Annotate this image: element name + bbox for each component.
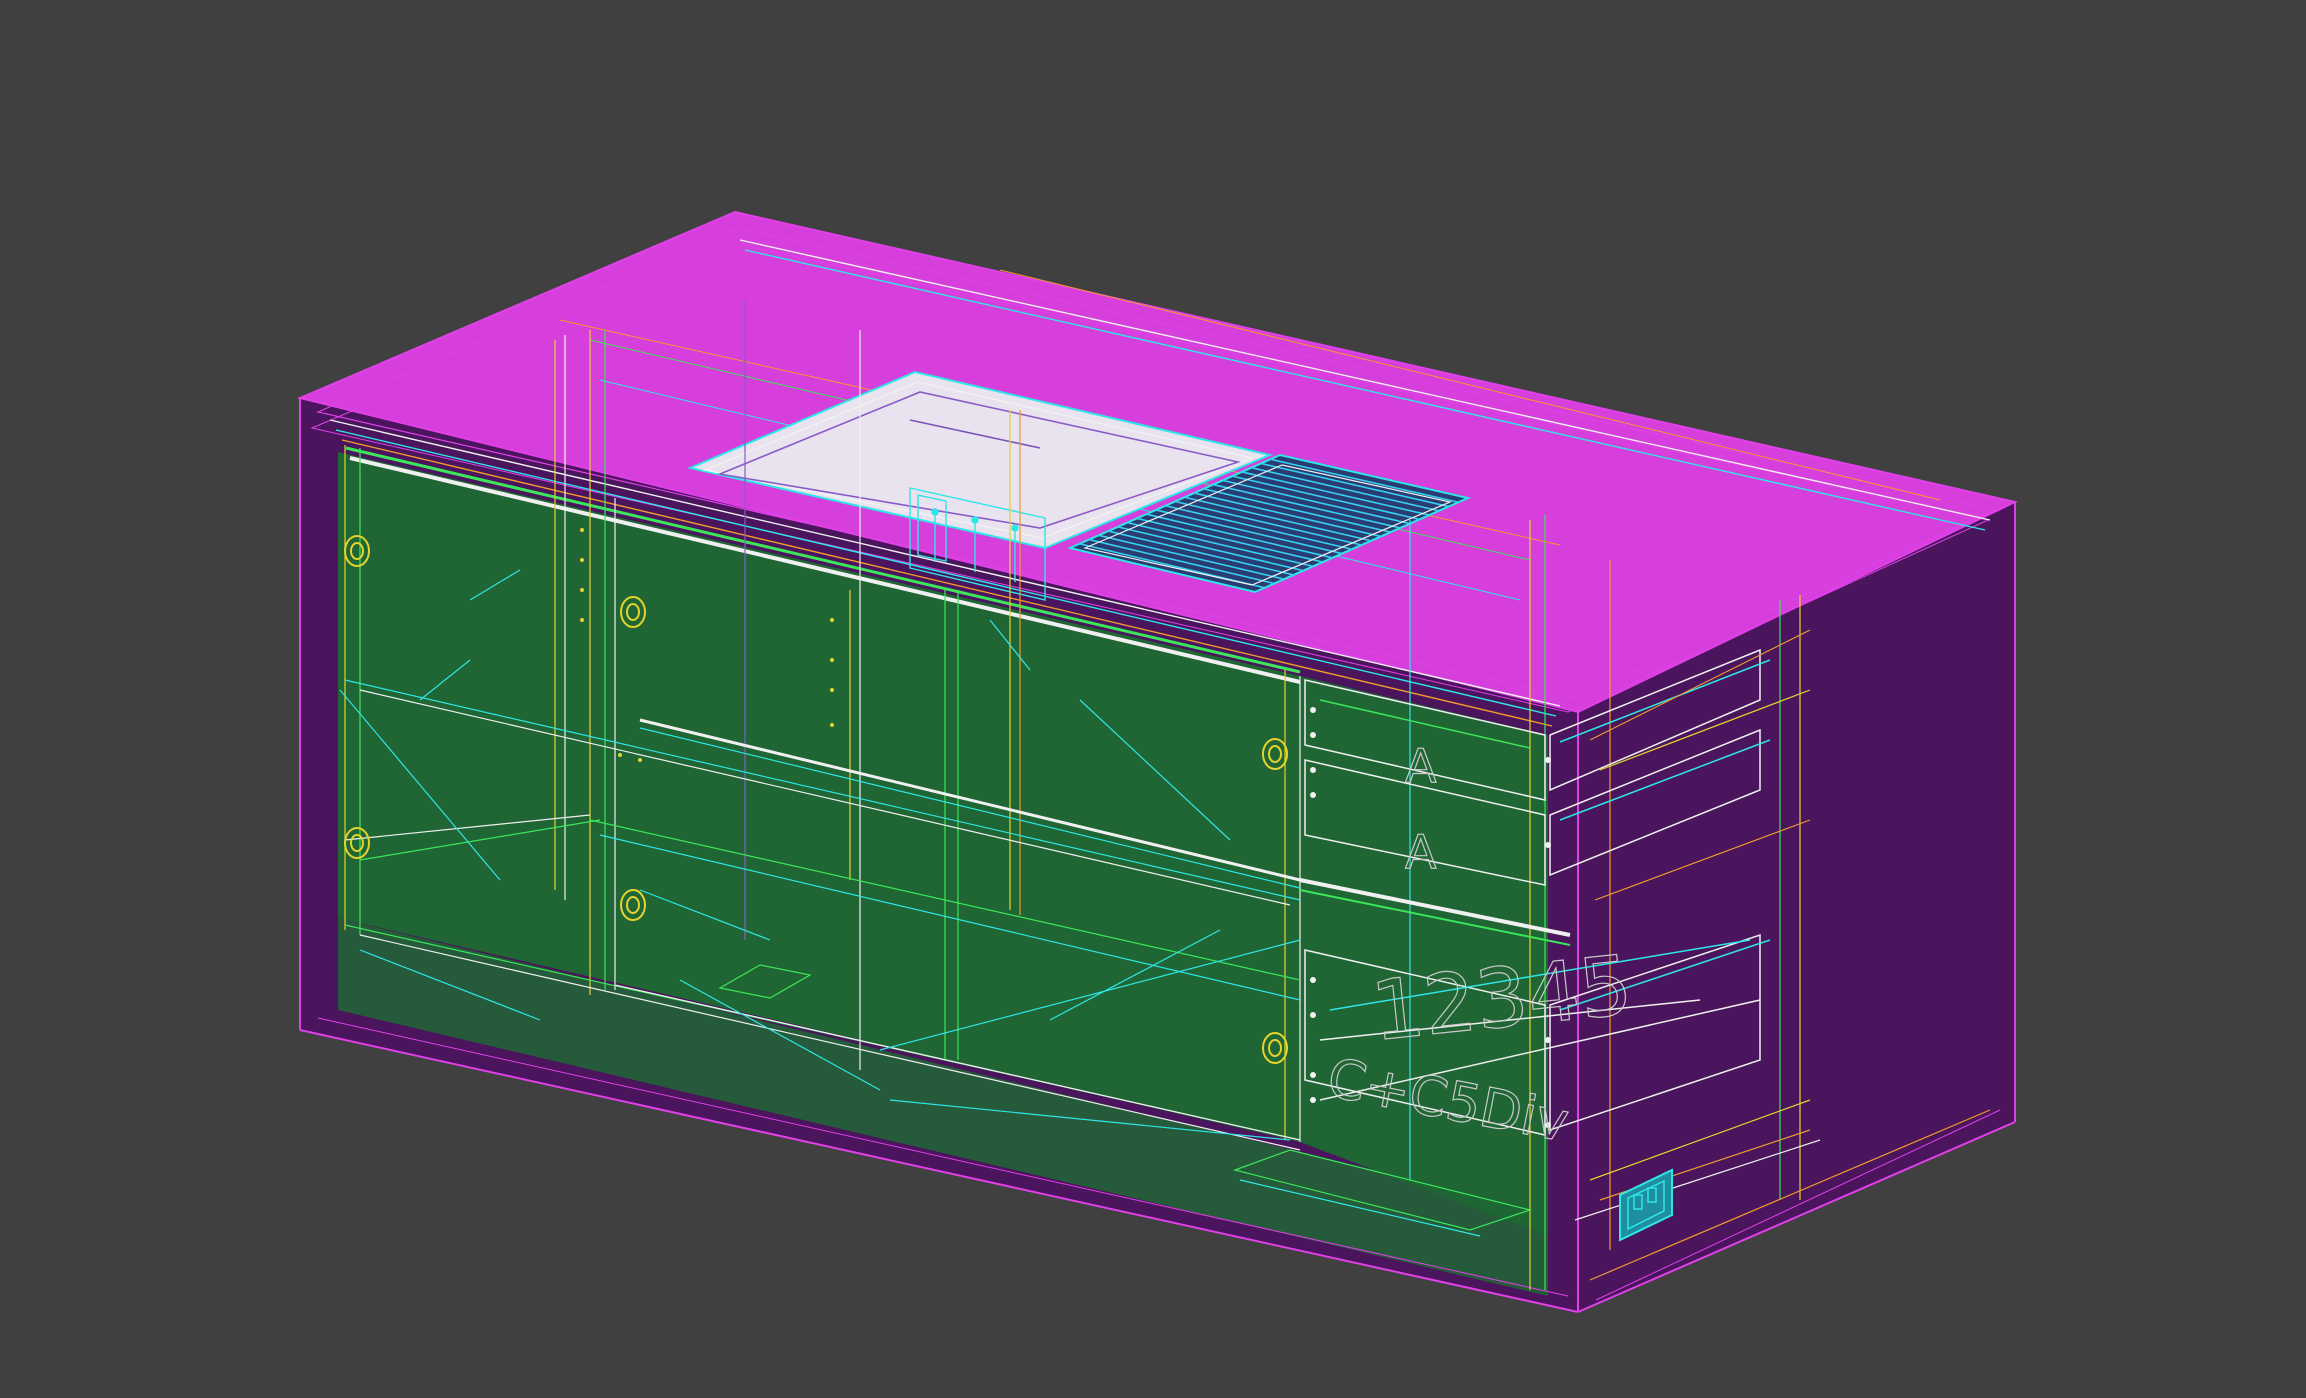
drawer-label-a-lower: A [1405, 825, 1437, 879]
cad-viewport[interactable]: A A 12345 C+C5Div [0, 0, 2306, 1398]
drawer-label-a-upper: A [1405, 739, 1437, 793]
cabinet-wireframe[interactable]: A A 12345 C+C5Div [0, 0, 2306, 1398]
